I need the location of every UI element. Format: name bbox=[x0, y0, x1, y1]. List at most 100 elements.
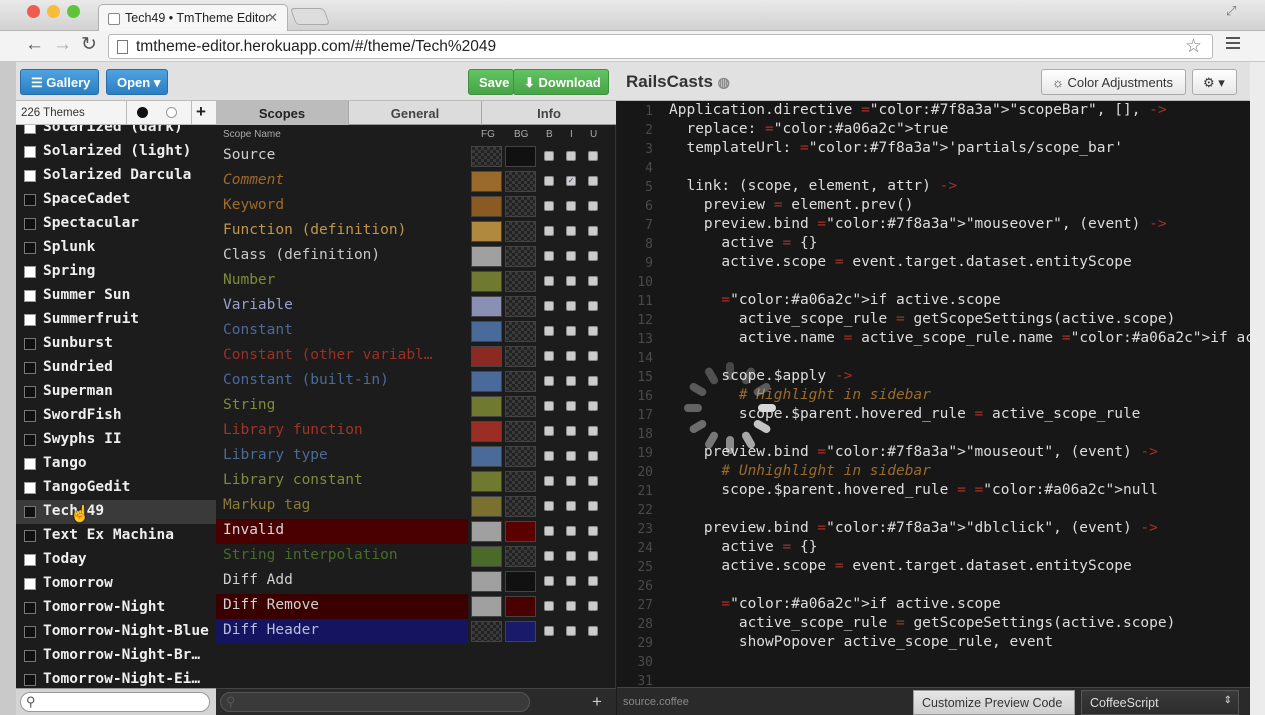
bold-checkbox[interactable] bbox=[544, 326, 554, 336]
scope-row[interactable]: Library type bbox=[216, 444, 616, 469]
italic-checkbox[interactable] bbox=[566, 301, 576, 311]
bg-color-swatch[interactable] bbox=[505, 446, 536, 467]
bold-checkbox[interactable] bbox=[544, 251, 554, 261]
scope-row[interactable]: Constant (other variabl… bbox=[216, 344, 616, 369]
bg-color-swatch[interactable] bbox=[505, 171, 536, 192]
scope-search-input[interactable] bbox=[220, 692, 530, 712]
theme-item[interactable]: Tomorrow-Night-Blue bbox=[16, 620, 216, 644]
bold-checkbox[interactable] bbox=[544, 376, 554, 386]
settings-button[interactable]: ⚙ ▾ bbox=[1192, 69, 1237, 95]
customize-preview-button[interactable]: Customize Preview Code bbox=[913, 690, 1075, 715]
tab-info[interactable]: Info bbox=[482, 101, 616, 125]
bg-color-swatch[interactable] bbox=[505, 421, 536, 442]
maximize-window-icon[interactable] bbox=[67, 5, 80, 18]
italic-checkbox[interactable] bbox=[566, 151, 576, 161]
add-scope-icon[interactable]: + bbox=[592, 692, 602, 712]
bg-color-swatch[interactable] bbox=[505, 196, 536, 217]
bold-checkbox[interactable] bbox=[544, 301, 554, 311]
fg-color-swatch[interactable] bbox=[471, 546, 502, 567]
fg-color-swatch[interactable] bbox=[471, 471, 502, 492]
gallery-button[interactable]: ☰ Gallery bbox=[20, 69, 99, 95]
theme-item[interactable]: Text Ex Machina bbox=[16, 524, 216, 548]
underline-checkbox[interactable] bbox=[588, 351, 598, 361]
fg-color-swatch[interactable] bbox=[471, 296, 502, 317]
fullscreen-icon[interactable]: ⤢ bbox=[1226, 3, 1236, 19]
fg-color-swatch[interactable] bbox=[471, 171, 502, 192]
address-bar[interactable]: tmtheme-editor.herokuapp.com/#/theme/Tec… bbox=[108, 34, 1213, 59]
theme-item[interactable]: Summer Sun bbox=[16, 284, 216, 308]
underline-checkbox[interactable] bbox=[588, 401, 598, 411]
underline-checkbox[interactable] bbox=[588, 176, 598, 186]
bold-checkbox[interactable] bbox=[544, 201, 554, 211]
fg-color-swatch[interactable] bbox=[471, 346, 502, 367]
open-button[interactable]: Open ▾ bbox=[106, 69, 168, 95]
italic-checkbox[interactable] bbox=[566, 426, 576, 436]
underline-checkbox[interactable] bbox=[588, 476, 598, 486]
bookmark-star-icon[interactable]: ☆ bbox=[1185, 35, 1202, 58]
underline-checkbox[interactable] bbox=[588, 226, 598, 236]
underline-checkbox[interactable] bbox=[588, 251, 598, 261]
italic-checkbox[interactable] bbox=[566, 401, 576, 411]
bg-color-swatch[interactable] bbox=[505, 396, 536, 417]
italic-checkbox[interactable] bbox=[566, 376, 576, 386]
theme-item[interactable]: Tech 49 bbox=[16, 500, 216, 524]
bold-checkbox[interactable] bbox=[544, 626, 554, 636]
theme-item[interactable]: Sunburst bbox=[16, 332, 216, 356]
underline-checkbox[interactable] bbox=[588, 551, 598, 561]
theme-item[interactable]: SpaceCadet bbox=[16, 188, 216, 212]
bold-checkbox[interactable] bbox=[544, 576, 554, 586]
underline-checkbox[interactable] bbox=[588, 601, 598, 611]
theme-item[interactable]: Solarized Darcula bbox=[16, 164, 216, 188]
back-icon[interactable]: ← bbox=[25, 35, 44, 55]
underline-checkbox[interactable] bbox=[588, 301, 598, 311]
fg-color-swatch[interactable] bbox=[471, 446, 502, 467]
scope-row[interactable]: Constant (built-in) bbox=[216, 369, 616, 394]
fg-color-swatch[interactable] bbox=[471, 496, 502, 517]
language-select[interactable]: CoffeeScript ⇕ bbox=[1081, 690, 1239, 715]
italic-checkbox[interactable] bbox=[566, 601, 576, 611]
theme-item[interactable]: Spectacular bbox=[16, 212, 216, 236]
scope-row[interactable]: String bbox=[216, 394, 616, 419]
bg-color-swatch[interactable] bbox=[505, 221, 536, 242]
underline-checkbox[interactable] bbox=[588, 576, 598, 586]
italic-checkbox[interactable] bbox=[566, 351, 576, 361]
fg-color-swatch[interactable] bbox=[471, 621, 502, 642]
bold-checkbox[interactable] bbox=[544, 601, 554, 611]
theme-item[interactable]: Summerfruit bbox=[16, 308, 216, 332]
bg-color-swatch[interactable] bbox=[505, 346, 536, 367]
scope-row[interactable]: Invalid bbox=[216, 519, 616, 544]
fg-color-swatch[interactable] bbox=[471, 521, 502, 542]
bg-color-swatch[interactable] bbox=[505, 321, 536, 342]
scope-row[interactable]: Diff Add bbox=[216, 569, 616, 594]
bold-checkbox[interactable] bbox=[544, 451, 554, 461]
minimize-window-icon[interactable] bbox=[47, 5, 60, 18]
scope-row[interactable]: Markup tag bbox=[216, 494, 616, 519]
bold-checkbox[interactable] bbox=[544, 176, 554, 186]
globe-icon[interactable]: ◍ bbox=[718, 74, 730, 90]
page-scrollbar[interactable] bbox=[1250, 62, 1265, 715]
theme-item[interactable]: Splunk bbox=[16, 236, 216, 260]
bold-checkbox[interactable] bbox=[544, 151, 554, 161]
bold-checkbox[interactable] bbox=[544, 276, 554, 286]
bold-checkbox[interactable] bbox=[544, 551, 554, 561]
new-tab-button[interactable] bbox=[289, 8, 331, 25]
bg-color-swatch[interactable] bbox=[505, 296, 536, 317]
italic-checkbox[interactable] bbox=[566, 201, 576, 211]
theme-item[interactable]: Today bbox=[16, 548, 216, 572]
underline-checkbox[interactable] bbox=[588, 201, 598, 211]
bg-color-swatch[interactable] bbox=[505, 146, 536, 167]
forward-icon[interactable]: → bbox=[53, 35, 72, 55]
theme-item[interactable]: SwordFish bbox=[16, 404, 216, 428]
theme-item[interactable]: Solarized (dark) bbox=[16, 125, 216, 140]
bold-checkbox[interactable] bbox=[544, 226, 554, 236]
italic-checkbox[interactable] bbox=[566, 626, 576, 636]
scope-row[interactable]: String interpolation bbox=[216, 544, 616, 569]
bg-color-swatch[interactable] bbox=[505, 371, 536, 392]
bold-checkbox[interactable] bbox=[544, 426, 554, 436]
fg-color-swatch[interactable] bbox=[471, 321, 502, 342]
theme-item[interactable]: Solarized (light) bbox=[16, 140, 216, 164]
bold-checkbox[interactable] bbox=[544, 351, 554, 361]
scope-row[interactable]: Keyword bbox=[216, 194, 616, 219]
scope-row[interactable]: Class (definition) bbox=[216, 244, 616, 269]
theme-item[interactable]: Tomorrow bbox=[16, 572, 216, 596]
